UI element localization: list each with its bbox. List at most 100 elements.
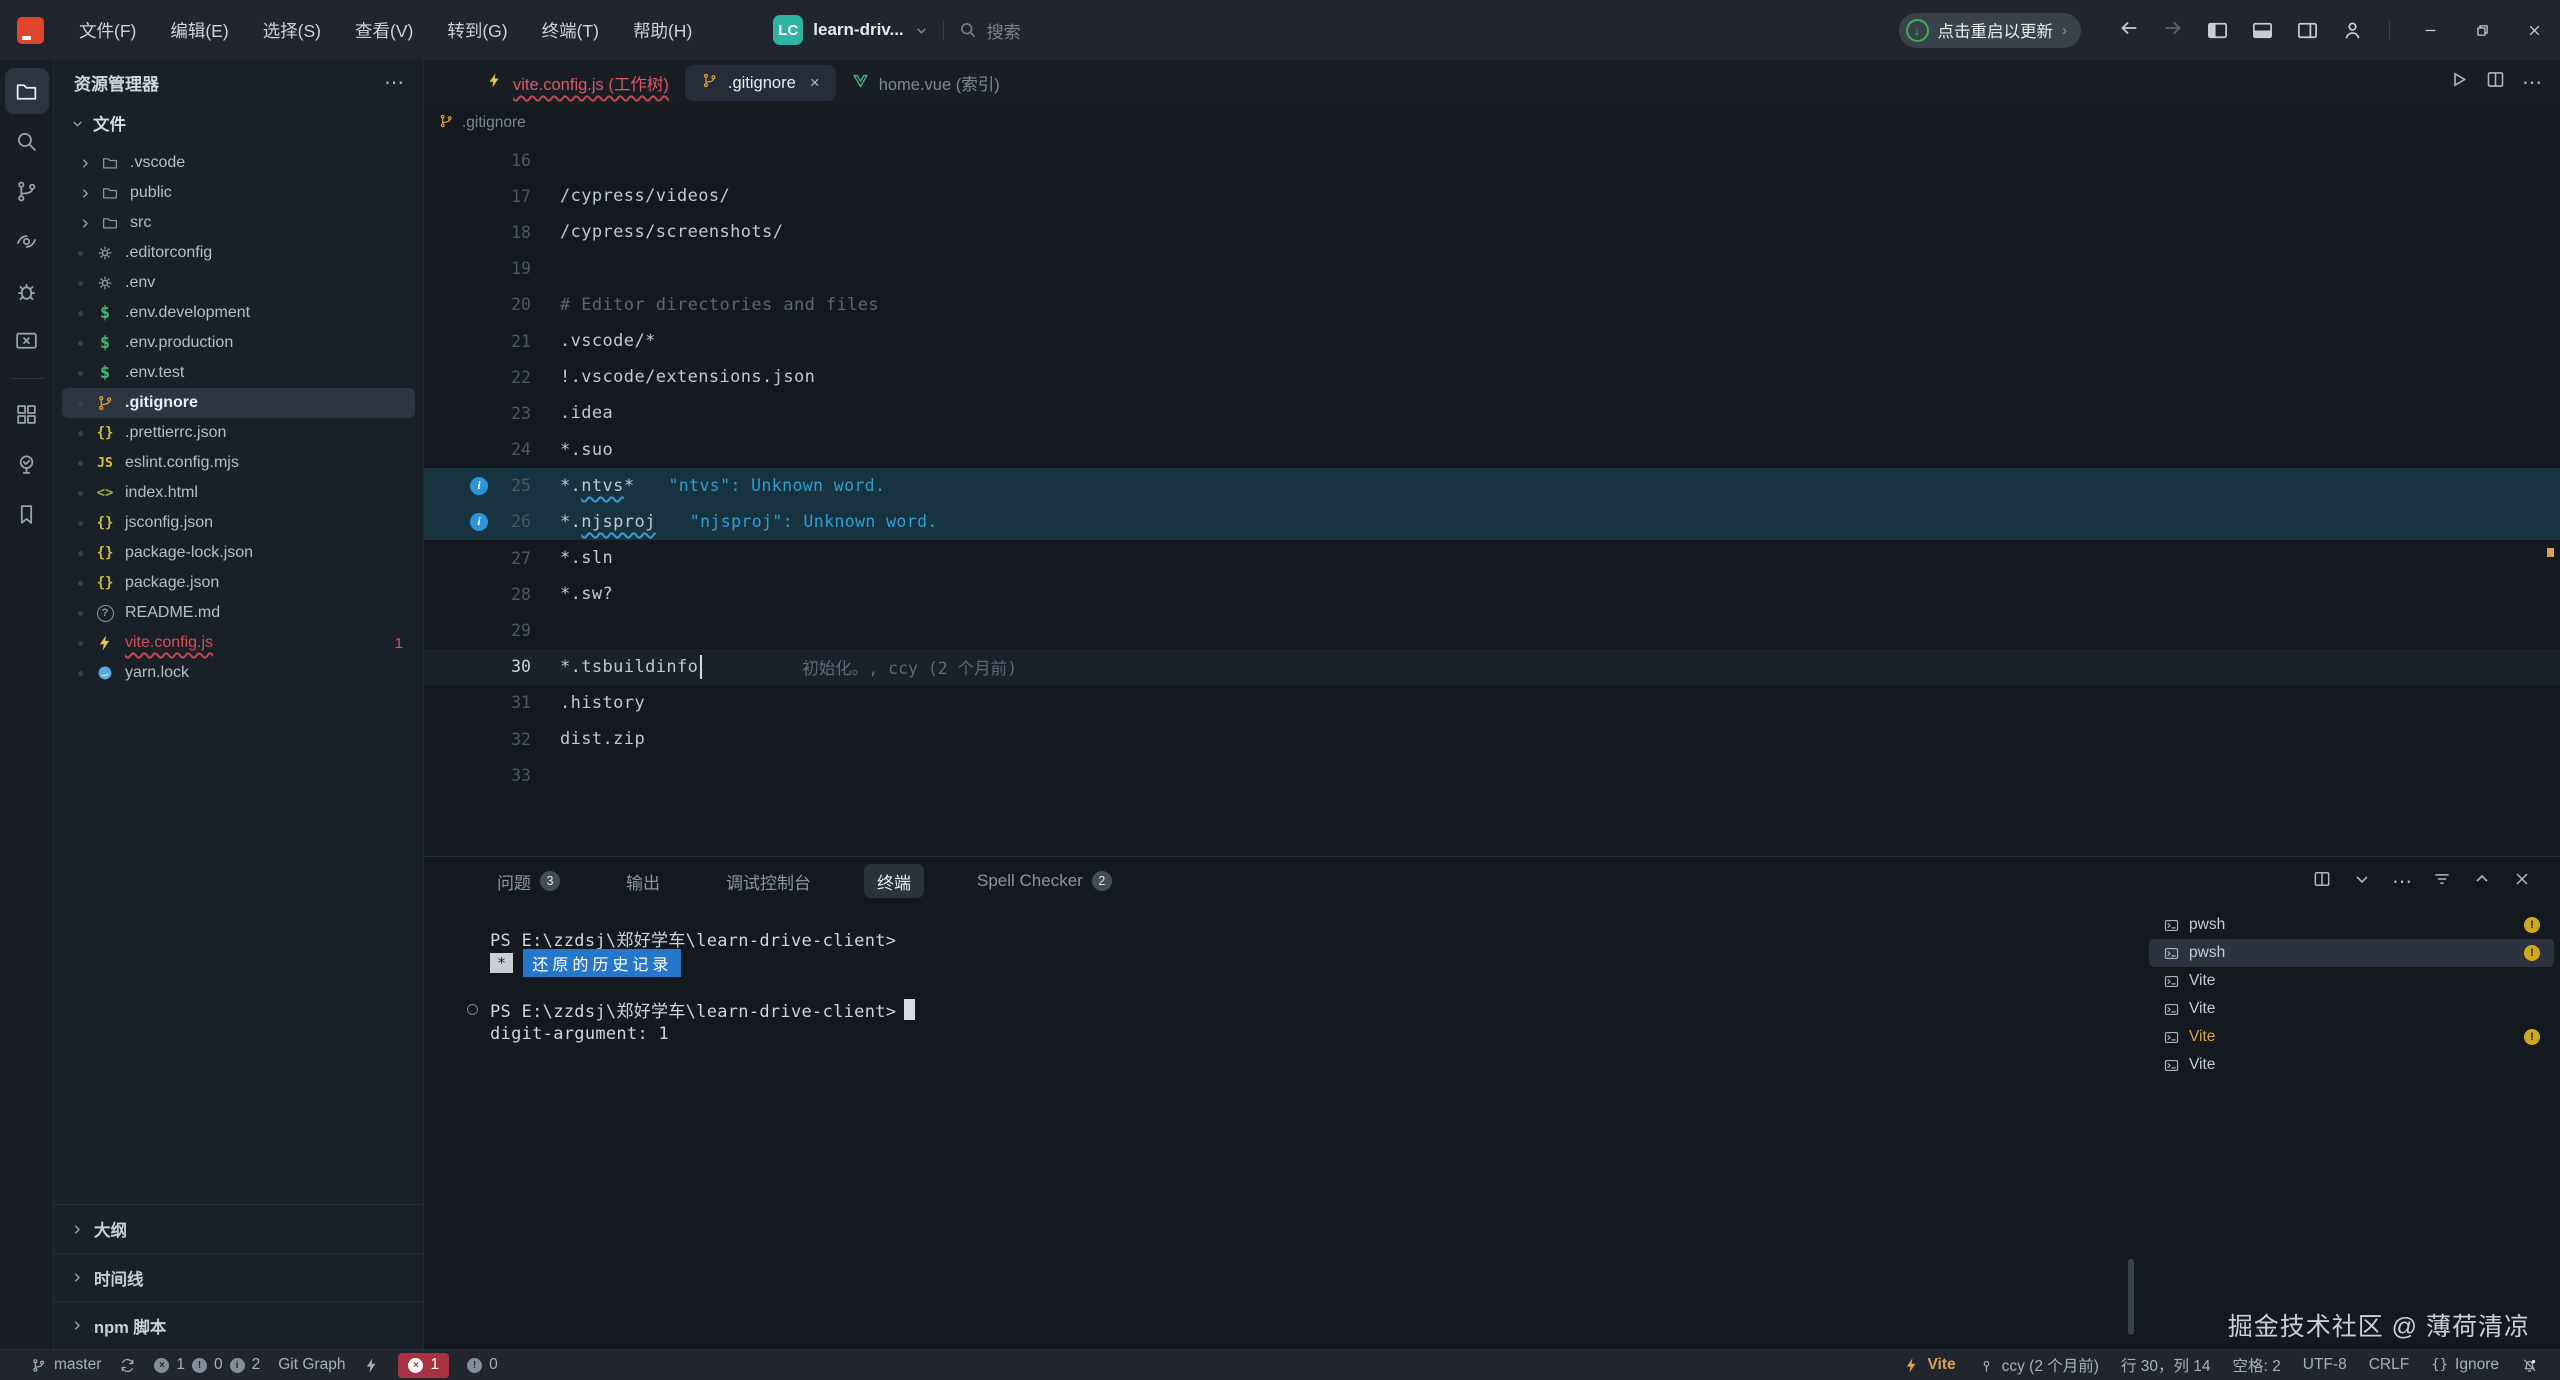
- terminal-item-5[interactable]: Vite: [2149, 1051, 2554, 1079]
- file-row-package-lock.json[interactable]: {}package-lock.json: [62, 538, 415, 568]
- file-row-.env[interactable]: .env: [62, 268, 415, 298]
- terminal-output[interactable]: PS E:\zzdsj\郑好学车\learn-drive-client>*还原的…: [424, 905, 2149, 1349]
- panel-tab-1[interactable]: 输出: [613, 864, 673, 898]
- file-row-index.html[interactable]: <>index.html: [62, 478, 415, 508]
- sidebar-section-0[interactable]: 大纲: [54, 1205, 423, 1253]
- close-panel-icon[interactable]: [2512, 869, 2532, 894]
- menu-item-4[interactable]: 转到(G): [434, 12, 520, 49]
- restart-to-update-button[interactable]: ↓ 点击重启以更新 ›: [1899, 13, 2082, 48]
- activity-search-icon[interactable]: [5, 118, 49, 164]
- file-row-.vscode[interactable]: .vscode: [62, 148, 415, 178]
- terminal-item-4[interactable]: Vite!: [2149, 1023, 2554, 1051]
- split-editor-icon[interactable]: [2485, 69, 2506, 95]
- terminal-item-0[interactable]: pwsh!: [2149, 911, 2554, 939]
- minimize-button[interactable]: [2404, 0, 2456, 60]
- spellcheck-ignore-status[interactable]: {}Ignore: [2431, 1350, 2499, 1380]
- file-row-src[interactable]: src: [62, 208, 415, 238]
- run-button[interactable]: [2448, 69, 2469, 95]
- menu-item-0[interactable]: 文件(F): [66, 12, 149, 49]
- restore-button[interactable]: [2456, 0, 2508, 60]
- files-section-header[interactable]: 文件: [54, 104, 423, 142]
- code-line-27[interactable]: 27*.sln: [424, 540, 2560, 576]
- breadcrumb[interactable]: .gitignore: [424, 104, 2560, 142]
- code-line-17[interactable]: 17/cypress/videos/: [424, 178, 2560, 214]
- panel-tab-0[interactable]: 问题3: [484, 864, 573, 898]
- toggle-sidebar-icon[interactable]: [2195, 19, 2240, 42]
- menu-item-1[interactable]: 编辑(E): [157, 12, 241, 49]
- sync-button[interactable]: [119, 1350, 136, 1380]
- activity-todo-tree-icon[interactable]: [5, 441, 49, 487]
- menu-item-6[interactable]: 帮助(H): [620, 12, 705, 49]
- maximize-panel-icon[interactable]: [2472, 869, 2492, 894]
- activity-source-control-icon[interactable]: [5, 168, 49, 214]
- terminal-item-1[interactable]: pwsh!: [2149, 939, 2554, 967]
- terminal-scrollbar[interactable]: [2128, 1259, 2134, 1335]
- file-row-vite.config.js[interactable]: vite.config.js1: [62, 628, 415, 658]
- file-row-.env.development[interactable]: $.env.development: [62, 298, 415, 328]
- status-text-4[interactable]: UTF-8: [2303, 1350, 2347, 1380]
- file-row-yarn.lock[interactable]: yarn.lock: [62, 658, 415, 688]
- status-text-2[interactable]: 行 30，列 14: [2121, 1350, 2211, 1380]
- info-diagnostic-icon[interactable]: i: [470, 513, 488, 531]
- file-row-jsconfig.json[interactable]: {}jsconfig.json: [62, 508, 415, 538]
- project-switcher[interactable]: LC learn-driv...: [773, 15, 928, 45]
- breadcrumb-item[interactable]: .gitignore: [462, 114, 526, 132]
- close-tab-icon[interactable]: ×: [810, 73, 820, 93]
- file-row-.env.production[interactable]: $.env.production: [62, 328, 415, 358]
- code-line-32[interactable]: 32dist.zip: [424, 721, 2560, 757]
- more-actions-icon[interactable]: ⋯: [384, 70, 405, 95]
- code-line-28[interactable]: 28*.sw?: [424, 576, 2560, 612]
- more-actions-icon[interactable]: ⋯: [2392, 869, 2412, 894]
- code-line-18[interactable]: 18/cypress/screenshots/: [424, 214, 2560, 250]
- menu-item-3[interactable]: 查看(V): [342, 12, 426, 49]
- file-row-public[interactable]: public: [62, 178, 415, 208]
- status-text-3[interactable]: 空格: 2: [2233, 1350, 2281, 1380]
- panel-tab-3[interactable]: 终端: [864, 864, 924, 898]
- code-line-25[interactable]: i25*.ntvs*"ntvs": Unknown word.: [424, 468, 2560, 504]
- error-badge[interactable]: ×1: [398, 1350, 449, 1380]
- activity-debug-icon[interactable]: [5, 268, 49, 314]
- account-icon[interactable]: [2330, 19, 2375, 42]
- file-row-.prettierrc.json[interactable]: {}.prettierrc.json: [62, 418, 415, 448]
- status-text-5[interactable]: CRLF: [2369, 1350, 2409, 1380]
- global-search[interactable]: 搜索: [958, 18, 1021, 43]
- menu-item-2[interactable]: 选择(S): [250, 12, 334, 49]
- sidebar-section-2[interactable]: npm 脚本: [54, 1301, 423, 1349]
- terminal-item-3[interactable]: Vite: [2149, 995, 2554, 1023]
- activity-bookmarks-icon[interactable]: [5, 491, 49, 537]
- code-line-33[interactable]: 33: [424, 757, 2560, 793]
- file-row-.env.test[interactable]: $.env.test: [62, 358, 415, 388]
- git-graph-button[interactable]: Git Graph: [278, 1350, 345, 1380]
- branch-status[interactable]: master: [30, 1350, 101, 1380]
- activity-test-screen-icon[interactable]: [5, 318, 49, 364]
- code-editor[interactable]: 1617/cypress/videos/18/cypress/screensho…: [424, 142, 2560, 856]
- file-row-eslint.config.mjs[interactable]: JSeslint.config.mjs: [62, 448, 415, 478]
- code-line-23[interactable]: 23.idea: [424, 395, 2560, 431]
- code-line-20[interactable]: 20# Editor directories and files: [424, 287, 2560, 323]
- zap-icon[interactable]: [363, 1350, 380, 1380]
- go-forward-button[interactable]: [2151, 17, 2195, 44]
- split-terminal-icon[interactable]: [2312, 869, 2332, 894]
- code-line-29[interactable]: 29: [424, 612, 2560, 648]
- chevron-down-icon[interactable]: [2352, 869, 2372, 894]
- diagnostics-status[interactable]: ×1!0i2: [154, 1350, 260, 1380]
- panel-tab-4[interactable]: Spell Checker2: [964, 864, 1125, 898]
- info-diagnostic-icon[interactable]: i: [470, 477, 488, 495]
- code-line-19[interactable]: 19: [424, 251, 2560, 287]
- close-button[interactable]: [2508, 0, 2560, 60]
- editor-tab-2[interactable]: home.vue (索引): [836, 65, 1016, 101]
- file-row-.gitignore[interactable]: .gitignore: [62, 388, 415, 418]
- notifications-bell-icon[interactable]: [2521, 1350, 2538, 1380]
- panel-tab-2[interactable]: 调试控制台: [713, 864, 824, 898]
- file-row-package.json[interactable]: {}package.json: [62, 568, 415, 598]
- code-line-16[interactable]: 16: [424, 142, 2560, 178]
- code-line-21[interactable]: 21.vscode/*: [424, 323, 2560, 359]
- toggle-panel-icon[interactable]: [2240, 19, 2285, 42]
- sidebar-section-1[interactable]: 时间线: [54, 1253, 423, 1301]
- code-line-30[interactable]: 30*.tsbuildinfo初始化。, ccy (2 个月前): [424, 649, 2560, 685]
- file-row-README.md[interactable]: ?README.md: [62, 598, 415, 628]
- activity-extensions-icon[interactable]: [5, 391, 49, 437]
- warning-status[interactable]: !0: [467, 1350, 498, 1380]
- code-line-31[interactable]: 31.history: [424, 685, 2560, 721]
- blame-status[interactable]: ccy (2 个月前): [1978, 1350, 2099, 1380]
